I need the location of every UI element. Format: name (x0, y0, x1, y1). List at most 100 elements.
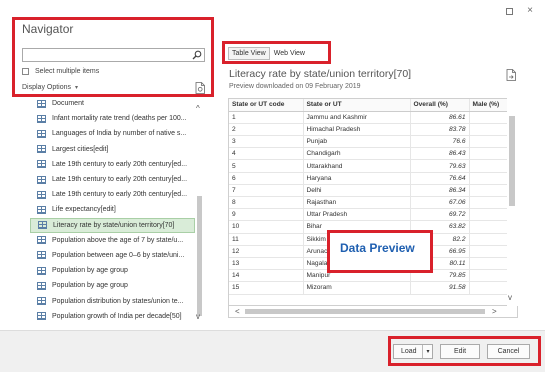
window-controls: × (506, 6, 535, 16)
table-row: 2Himachal Pradesh83.7890 (229, 123, 517, 137)
table-icon (37, 281, 46, 290)
table-icon (37, 160, 46, 169)
column-header[interactable]: Overall (%) (410, 99, 470, 112)
table-cell: 79.63 (410, 159, 470, 173)
table-icon (38, 221, 47, 230)
table-cell: Himachal Pradesh (303, 123, 411, 137)
list-item[interactable]: Late 19th century to early 20th century[… (30, 187, 195, 202)
table-cell: 15 (229, 281, 304, 295)
table-icon (37, 190, 46, 199)
export-file-icon[interactable] (506, 69, 516, 81)
table-cell: 2 (229, 123, 304, 137)
scroll-right-icon[interactable]: > (492, 307, 497, 316)
preview-title: Literacy rate by state/union territory[7… (229, 68, 412, 80)
table-icon (37, 99, 46, 108)
tab-table-view[interactable]: Table View (228, 47, 270, 60)
list-item[interactable]: Population between age 0–6 by state/uni.… (30, 248, 195, 263)
table-cell: Jammu and Kashmir (303, 111, 411, 124)
navigator-title: Navigator (22, 22, 74, 36)
list-item[interactable]: Population distribution by states/union … (30, 293, 195, 308)
table-row: 1Jammu and Kashmir86.6187 (229, 111, 517, 124)
table-cell: Haryana (303, 172, 411, 185)
preview-table-container: State or UT code State or UT Overall (%)… (228, 98, 518, 306)
table-cell: Rajasthan (303, 196, 411, 210)
table-icon (37, 236, 46, 245)
table-cell: Mizoram (303, 281, 411, 295)
chevron-down-icon: ▾ (75, 85, 79, 91)
select-multiple-checkbox[interactable] (22, 68, 29, 75)
table-icon (37, 251, 46, 260)
table-cell: Delhi (303, 184, 411, 198)
list-item[interactable]: Population growth of India per decade[50… (30, 309, 195, 323)
preview-horizontal-scrollbar[interactable]: < > (228, 306, 518, 318)
list-item[interactable]: Document (30, 96, 195, 111)
list-item-label: Life expectancy[edit] (52, 206, 116, 214)
list-item[interactable]: Late 19th century to early 20th century[… (30, 157, 195, 172)
list-item-label: Population by age group (52, 282, 128, 290)
list-item-label: Population distribution by states/union … (52, 297, 184, 305)
edit-button[interactable]: Edit (440, 344, 480, 359)
scroll-up-icon[interactable]: ^ (196, 104, 200, 113)
table-icon (37, 205, 46, 214)
display-options-label: Display Options (22, 84, 72, 91)
table-cell: 9 (229, 208, 304, 222)
list-item-label: Late 19th century to early 20th century[… (52, 191, 188, 199)
table-cell: 83.78 (410, 123, 470, 137)
list-item[interactable]: Population by age group (30, 263, 195, 278)
table-cell: 3 (229, 135, 304, 149)
table-row: 6Haryana76.6485 (229, 172, 517, 185)
data-preview-callout: Data Preview (327, 230, 433, 273)
table-row: 7Delhi86.3491 (229, 184, 517, 198)
list-item[interactable]: Largest cities[edit] (30, 142, 195, 157)
select-multiple-option[interactable]: Select multiple items (22, 68, 99, 75)
table-icon (37, 175, 46, 184)
table-row: 8Rajasthan67.0680 (229, 196, 517, 210)
scrollbar-thumb[interactable] (245, 309, 485, 314)
scroll-left-icon[interactable]: < (235, 307, 240, 316)
scroll-down-icon[interactable]: v (508, 293, 512, 302)
table-cell: 91.58 (410, 281, 470, 295)
table-icon (37, 266, 46, 275)
cancel-button[interactable]: Cancel (487, 344, 530, 359)
table-row: 3Punjab76.681 (229, 135, 517, 149)
table-cell: Punjab (303, 135, 411, 149)
close-icon[interactable]: × (525, 6, 535, 16)
table-icon (37, 297, 46, 306)
scrollbar-thumb[interactable] (509, 116, 515, 206)
column-header[interactable]: State or UT code (229, 99, 304, 112)
callout-label: Data Preview (340, 241, 415, 255)
list-item[interactable]: Population by age group (30, 278, 195, 293)
table-cell: 76.6 (410, 135, 470, 149)
list-item-label: Population growth of India per decade[50… (52, 312, 182, 320)
list-item-label: Late 19th century to early 20th century[… (52, 176, 188, 184)
view-tabs: Table View Web View (228, 47, 309, 60)
list-item[interactable]: Population above the age of 7 by state/u… (30, 233, 195, 248)
table-cell: 1 (229, 111, 304, 124)
scrollbar-thumb[interactable] (197, 196, 202, 316)
tab-web-view[interactable]: Web View (270, 47, 309, 60)
list-item-label: Languages of India by number of native s… (52, 130, 187, 138)
table-cell: 86.34 (410, 184, 470, 198)
list-item[interactable]: Life expectancy[edit] (30, 202, 195, 217)
list-item[interactable]: Late 19th century to early 20th century[… (30, 172, 195, 187)
search-input[interactable] (22, 48, 205, 62)
table-cell: 86.43 (410, 147, 470, 161)
load-button[interactable]: Load ▾ (393, 344, 433, 359)
navigator-scrollbar[interactable]: ^ v (195, 96, 205, 323)
chevron-down-icon[interactable]: ▾ (422, 345, 433, 358)
maximize-icon[interactable] (506, 8, 513, 15)
preview-vertical-scrollbar[interactable]: v (507, 98, 518, 306)
table-cell: 8 (229, 196, 304, 210)
list-item[interactable]: Languages of India by number of native s… (30, 126, 195, 141)
list-item[interactable]: Infant mortality rate trend (deaths per … (30, 111, 195, 126)
refresh-file-icon[interactable] (195, 82, 205, 94)
list-item[interactable]: Literacy rate by state/union territory[7… (30, 217, 195, 233)
table-cell: 7 (229, 184, 304, 198)
column-header[interactable]: State or UT (303, 99, 411, 112)
scroll-down-icon[interactable]: v (196, 312, 200, 321)
search-icon[interactable] (192, 50, 202, 60)
display-options-dropdown[interactable]: Display Options ▾ (22, 84, 78, 91)
table-cell: 10 (229, 220, 304, 234)
list-item-label: Late 19th century to early 20th century[… (52, 160, 188, 168)
select-multiple-label: Select multiple items (35, 68, 100, 75)
